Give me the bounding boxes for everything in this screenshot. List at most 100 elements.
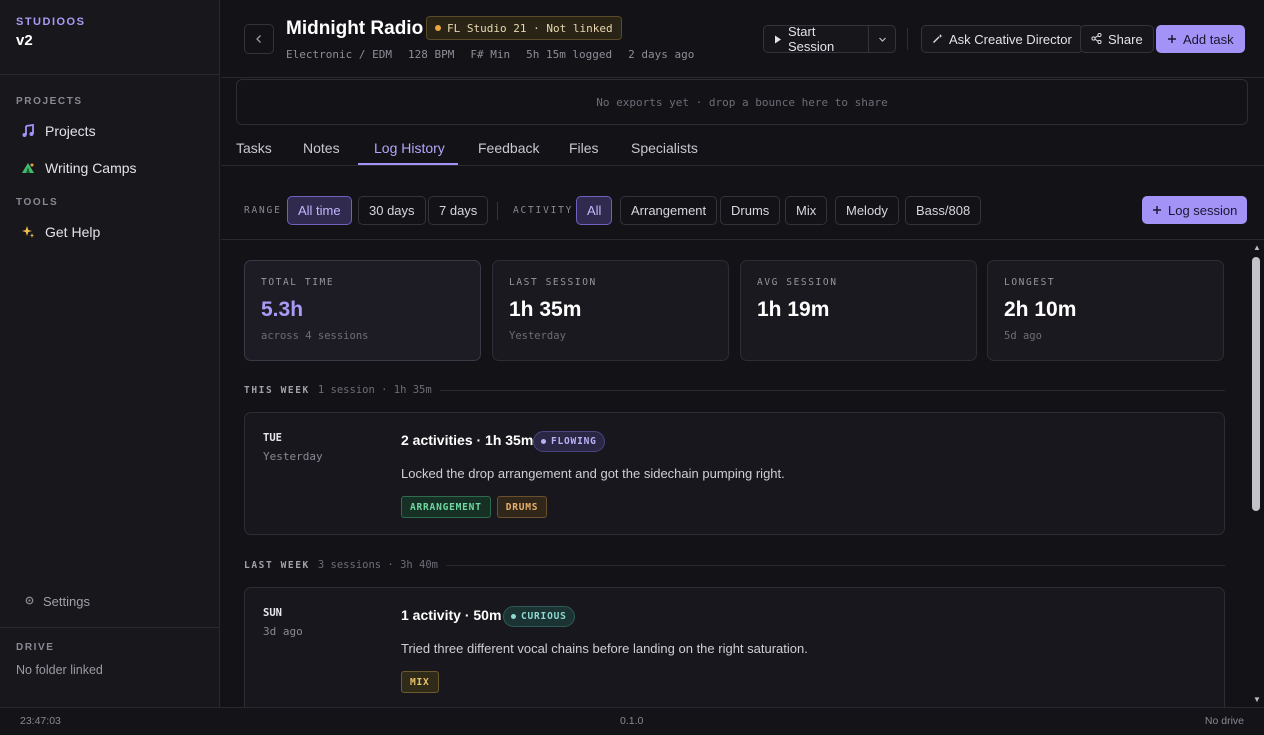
tab-bar: Tasks Notes Log History Feedback Files S… — [221, 128, 1264, 166]
chevron-down-icon — [878, 32, 887, 47]
entry-tags: MIX — [401, 671, 439, 693]
start-session-label: Start Session — [788, 24, 835, 54]
entry-when: Yesterday — [263, 450, 323, 463]
sidebar-item-projects[interactable]: Projects — [20, 123, 96, 139]
status-drive: No drive — [1204, 715, 1244, 727]
export-placeholder: No exports yet · drop a bounce here to s… — [596, 95, 888, 109]
stat-value: 1h 35m — [509, 298, 582, 321]
vertical-scrollbar[interactable]: ▲ ▼ — [1250, 241, 1263, 707]
export-dropzone[interactable]: No exports yet · drop a bounce here to s… — [236, 79, 1248, 125]
filter-bar: RANGE All time 30 days 7 days ACTIVITY A… — [221, 166, 1264, 240]
tab-specialists[interactable]: Specialists — [631, 140, 698, 156]
music-note-icon — [20, 124, 35, 139]
projects-section-label: PROJECTS — [16, 96, 83, 107]
brand-version: v2 — [16, 32, 33, 49]
ask-creative-director-label: Ask Creative Director — [949, 31, 1072, 47]
stat-value: 2h 10m — [1004, 298, 1077, 321]
drive-label: DRIVE — [16, 642, 55, 653]
tag-mix: MIX — [401, 671, 439, 693]
chevron-left-icon — [254, 31, 264, 47]
mood-badge: FLOWING — [533, 431, 605, 452]
week-title: THIS WEEK — [244, 384, 310, 396]
meta-genre: Electronic / EDM — [286, 48, 392, 61]
main-panel: Midnight Radio FL Studio 21 · Not linked… — [221, 0, 1264, 707]
share-label: Share — [1108, 31, 1143, 47]
meta-logged: 5h 15m logged — [526, 48, 613, 61]
stat-card-longest: LONGEST 2h 10m 5d ago — [987, 260, 1224, 361]
stat-sub: across 4 sessions — [261, 330, 369, 342]
plus-icon — [1152, 203, 1162, 218]
tab-notes[interactable]: Notes — [303, 140, 340, 156]
log-session-button[interactable]: Log session — [1142, 196, 1248, 224]
range-all-time[interactable]: All time — [287, 196, 352, 225]
sidebar-item-get-help[interactable]: Get Help — [20, 224, 100, 240]
range-30-days[interactable]: 30 days — [358, 196, 426, 225]
week-header-last-week: LAST WEEK 3 sessions · 3h 40m — [244, 559, 1225, 571]
status-version: 0.1.0 — [620, 715, 644, 727]
wand-icon — [932, 32, 943, 47]
week-summary: 1 session · 1h 35m — [317, 384, 432, 396]
settings-button[interactable]: Settings — [24, 594, 90, 609]
settings-label: Settings — [43, 594, 90, 609]
sidebar-item-label: Writing Camps — [45, 160, 137, 176]
activity-arrangement[interactable]: Arrangement — [620, 196, 718, 225]
drive-panel: DRIVE No folder linked — [0, 627, 219, 691]
stat-card-avg-session: AVG SESSION 1h 19m — [740, 260, 977, 361]
ask-creative-director-button[interactable]: Ask Creative Director — [921, 25, 1083, 53]
stat-label: AVG SESSION — [757, 277, 838, 288]
activity-bass-808[interactable]: Bass/808 — [905, 196, 982, 225]
log-history-content: TOTAL TIME 5.3h across 4 sessions LAST S… — [221, 241, 1264, 707]
entry-day: SUN — [263, 607, 282, 619]
mood-dot-icon — [541, 439, 546, 444]
filter-divider — [497, 202, 498, 220]
back-button[interactable] — [244, 24, 274, 54]
stat-card-total-time: TOTAL TIME 5.3h across 4 sessions — [244, 260, 481, 361]
range-label: RANGE — [244, 205, 282, 216]
meta-updated: 2 days ago — [628, 48, 695, 61]
active-tab-indicator — [358, 163, 458, 165]
activity-label: ACTIVITY — [513, 205, 574, 216]
scrollbar-thumb[interactable] — [1252, 257, 1260, 511]
scroll-up-icon[interactable]: ▲ — [1252, 243, 1262, 253]
share-icon — [1091, 32, 1102, 47]
add-task-button[interactable]: Add task — [1156, 25, 1245, 53]
sidebar: STUDIOOS v2 PROJECTS Projects TOOLS Writ… — [0, 0, 220, 707]
status-dot-icon — [435, 25, 441, 31]
entry-description: Tried three different vocal chains befor… — [401, 641, 808, 656]
week-divider — [446, 564, 1225, 566]
stat-card-last-session: LAST SESSION 1h 35m Yesterday — [492, 260, 729, 361]
meta-key: F# Min — [470, 48, 511, 61]
tent-icon — [20, 161, 35, 176]
start-session-button[interactable]: Start Session — [763, 24, 869, 54]
project-title: Midnight Radio — [286, 18, 424, 39]
activity-mix[interactable]: Mix — [785, 196, 828, 225]
add-task-label: Add task — [1183, 31, 1234, 47]
log-session-label: Log session — [1168, 202, 1238, 218]
mood-label: CURIOUS — [521, 611, 567, 622]
play-icon — [774, 32, 782, 47]
mood-label: FLOWING — [551, 436, 597, 447]
activity-drums[interactable]: Drums — [720, 196, 781, 225]
stat-label: LAST SESSION — [509, 277, 597, 288]
stat-label: TOTAL TIME — [261, 277, 335, 288]
daw-status-badge[interactable]: FL Studio 21 · Not linked — [426, 16, 622, 40]
sparkles-icon — [20, 225, 35, 240]
sidebar-item-writing-camps[interactable]: Writing Camps — [20, 160, 137, 176]
range-7-days[interactable]: 7 days — [428, 196, 489, 225]
activity-melody[interactable]: Melody — [835, 196, 899, 225]
share-button[interactable]: Share — [1080, 25, 1154, 53]
tab-feedback[interactable]: Feedback — [478, 140, 539, 156]
tools-section-label: TOOLS — [16, 197, 59, 208]
scroll-down-icon[interactable]: ▼ — [1252, 695, 1262, 705]
log-entry[interactable]: TUE Yesterday 2 activities · 1h 35m FLOW… — [244, 412, 1225, 535]
log-entry[interactable]: SUN 3d ago 1 activity · 50m CURIOUS Trie… — [244, 587, 1225, 707]
drive-status: No folder linked — [16, 663, 103, 677]
start-session-dropdown[interactable] — [868, 25, 896, 53]
tab-files[interactable]: Files — [569, 140, 599, 156]
tab-log-history[interactable]: Log History — [374, 140, 445, 156]
entry-day: TUE — [263, 432, 282, 444]
tab-tasks[interactable]: Tasks — [236, 140, 272, 156]
activity-all[interactable]: All — [576, 196, 613, 225]
header-divider — [907, 28, 908, 50]
stat-value: 5.3h — [261, 298, 304, 321]
